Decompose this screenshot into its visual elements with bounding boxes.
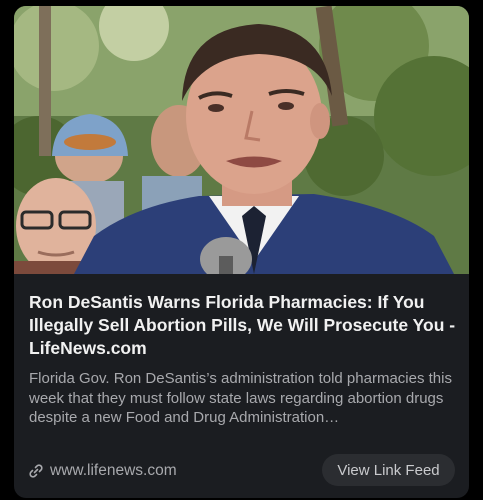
source-link[interactable]: www.lifenews.com	[28, 460, 177, 482]
article-description: Florida Gov. Ron DeSantis’s administrati…	[29, 370, 452, 426]
link-icon	[29, 464, 43, 478]
view-link-feed-button[interactable]: View Link Feed	[322, 454, 455, 486]
article-thumbnail-image[interactable]	[14, 6, 469, 274]
link-preview-card[interactable]: Ron DeSantis Warns Florida Pharmacies: I…	[14, 6, 469, 498]
article-title[interactable]: Ron DeSantis Warns Florida Pharmacies: I…	[29, 291, 457, 360]
source-domain[interactable]: www.lifenews.com	[50, 462, 177, 480]
